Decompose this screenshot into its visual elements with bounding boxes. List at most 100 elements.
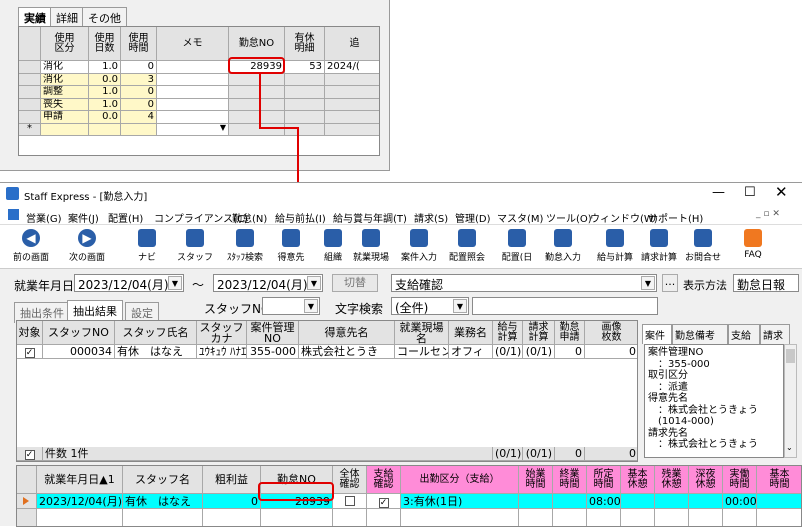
maximize-button[interactable]: ☐ <box>744 185 756 200</box>
bottom-header[interactable] <box>17 466 37 494</box>
top-cell[interactable] <box>229 98 285 111</box>
bottom-cell[interactable]: ✓ <box>367 494 401 509</box>
all-confirm-checkbox[interactable] <box>344 496 355 506</box>
top-cell[interactable] <box>325 111 379 124</box>
top-cell[interactable] <box>157 61 229 74</box>
bottom-header[interactable]: 基本 時間 <box>757 466 801 494</box>
bottom-cell[interactable] <box>17 494 37 509</box>
toolbar-button[interactable]: 給与計算 <box>592 229 638 269</box>
memo-dropdown-icon[interactable]: ▼ <box>220 124 226 132</box>
side-tab[interactable]: 支給 <box>728 324 760 344</box>
top-cell[interactable]: 1.0 <box>89 61 121 74</box>
new-row-cell[interactable] <box>121 123 157 136</box>
minimize-button[interactable]: — <box>712 185 725 200</box>
top-cell[interactable] <box>19 98 41 111</box>
top-cell[interactable] <box>285 73 325 86</box>
pay-confirm-checkbox[interactable]: ✓ <box>378 498 389 508</box>
col-hours[interactable]: 使用 時間 <box>121 27 157 61</box>
new-row-cell[interactable] <box>89 123 121 136</box>
bottom-header[interactable]: 基本 休憩 <box>621 466 655 494</box>
bottom-cell[interactable] <box>553 494 587 509</box>
menu-item[interactable]: 勤怠(N) <box>232 210 267 225</box>
top-cell[interactable] <box>285 111 325 124</box>
toolbar-button[interactable]: 配置照会 <box>444 229 490 269</box>
top-cell[interactable] <box>229 111 285 124</box>
bottom-header[interactable]: 深夜 休憩 <box>689 466 723 494</box>
result-header[interactable]: スタッフNO <box>43 321 115 345</box>
date-to-select[interactable]: 2023/12/04(月) ▼ <box>213 274 323 292</box>
side-textarea[interactable]: 案件管理NO ：355-000 取引区分 ：派遣 得意先名 ：株式会社とうきょう (… <box>644 344 784 458</box>
result-header[interactable]: 業務名 <box>449 321 493 345</box>
result-cell[interactable]: 有休 はなえ <box>115 345 197 359</box>
result-header[interactable]: 対象 <box>17 321 43 345</box>
result-cell[interactable]: ✓ <box>17 345 43 359</box>
top-cell[interactable]: 0 <box>121 98 157 111</box>
toolbar-button[interactable]: ◀ 前の画面 <box>4 229 58 269</box>
top-cell[interactable]: 申請 <box>41 111 89 124</box>
bottom-header[interactable]: 始業 時間 <box>519 466 553 494</box>
bottom-header[interactable]: 全体 確認 <box>333 466 367 494</box>
text-search-select[interactable]: (全件) ▼ <box>391 297 469 315</box>
toolbar-button[interactable]: FAQ <box>730 229 776 269</box>
select-all-checkbox[interactable]: ✓ <box>24 450 35 460</box>
toolbar-button[interactable]: 請求計算 <box>636 229 682 269</box>
top-cell[interactable] <box>157 98 229 111</box>
top-cell[interactable]: 0.0 <box>89 73 121 86</box>
toolbar-button[interactable]: 配置(日 <box>494 229 540 269</box>
col-days[interactable]: 使用 日数 <box>89 27 121 61</box>
top-cell[interactable] <box>285 86 325 99</box>
display-select[interactable]: 勤怠日報 <box>733 274 799 292</box>
new-row-cell[interactable] <box>285 123 325 136</box>
top-cell[interactable]: 消化 <box>41 73 89 86</box>
bottom-cell[interactable]: 08:00 <box>587 494 621 509</box>
top-cell[interactable]: 0 <box>121 86 157 99</box>
top-cell[interactable]: 調整 <box>41 86 89 99</box>
tab-shosai[interactable]: 詳細 <box>50 7 84 28</box>
bottom-cell[interactable] <box>621 494 655 509</box>
bottom-cell[interactable]: 有休 はなえ <box>123 494 203 509</box>
col-yukyu[interactable]: 有休 明細 <box>285 27 325 61</box>
result-checkbox[interactable]: ✓ <box>24 348 35 358</box>
tab-sonota[interactable]: その他 <box>82 7 127 28</box>
toolbar-button[interactable]: 案件入力 <box>396 229 442 269</box>
top-cell[interactable]: 4 <box>121 111 157 124</box>
menu-item[interactable]: 給与賞与年調(T) <box>333 210 407 225</box>
mode-select[interactable]: 支給確認 ▼ <box>391 274 657 292</box>
side-tab[interactable]: 請求 <box>760 324 790 344</box>
bottom-header[interactable]: 就業年月日▲1 <box>37 466 123 494</box>
top-cell[interactable] <box>19 111 41 124</box>
toolbar-button[interactable]: ▶ 次の画面 <box>60 229 114 269</box>
bottom-cell[interactable] <box>757 494 801 509</box>
result-header[interactable]: 得意先名 <box>299 321 395 345</box>
top-cell[interactable]: 1.0 <box>89 98 121 111</box>
bottom-header[interactable]: 出勤区分（支給） <box>401 466 519 494</box>
result-header[interactable]: スタッフ氏名 <box>115 321 197 345</box>
new-row-cell[interactable] <box>41 123 89 136</box>
top-cell[interactable] <box>157 73 229 86</box>
side-scrollbar[interactable]: ⌄ <box>784 344 797 458</box>
switch-button[interactable]: 切替 <box>332 274 378 292</box>
menu-item[interactable]: 管理(D) <box>455 210 491 225</box>
bottom-cell[interactable]: 0 <box>203 494 261 509</box>
toolbar-button[interactable]: スタッフ <box>172 229 218 269</box>
bottom-header[interactable]: 支給 確認 <box>367 466 401 494</box>
bottom-header[interactable]: 残業 休憩 <box>655 466 689 494</box>
ellipsis-button[interactable]: ... <box>662 274 678 292</box>
bottom-header[interactable]: 実働 時間 <box>723 466 757 494</box>
toolbar-button[interactable]: 就業現場 <box>348 229 394 269</box>
top-cell[interactable] <box>19 73 41 86</box>
result-cell[interactable]: (0/1) <box>523 345 555 359</box>
menu-item[interactable]: 給与前払(I) <box>275 210 326 225</box>
toolbar-button[interactable]: 得意先 <box>268 229 314 269</box>
result-cell[interactable]: 0 <box>585 345 637 359</box>
result-cell[interactable]: オフィ <box>449 345 493 359</box>
bottom-cell[interactable]: 3:有休(1日) <box>401 494 519 509</box>
new-row-cell[interactable] <box>229 123 285 136</box>
toolbar-button[interactable]: 勤怠入力 <box>540 229 586 269</box>
top-cell[interactable] <box>285 98 325 111</box>
result-header[interactable]: 就業現場 名 <box>395 321 449 345</box>
top-cell[interactable]: 1.0 <box>89 86 121 99</box>
bottom-cell[interactable] <box>689 494 723 509</box>
result-cell[interactable]: 0 <box>555 345 585 359</box>
tab-jisseki[interactable]: 実績 <box>18 7 52 28</box>
